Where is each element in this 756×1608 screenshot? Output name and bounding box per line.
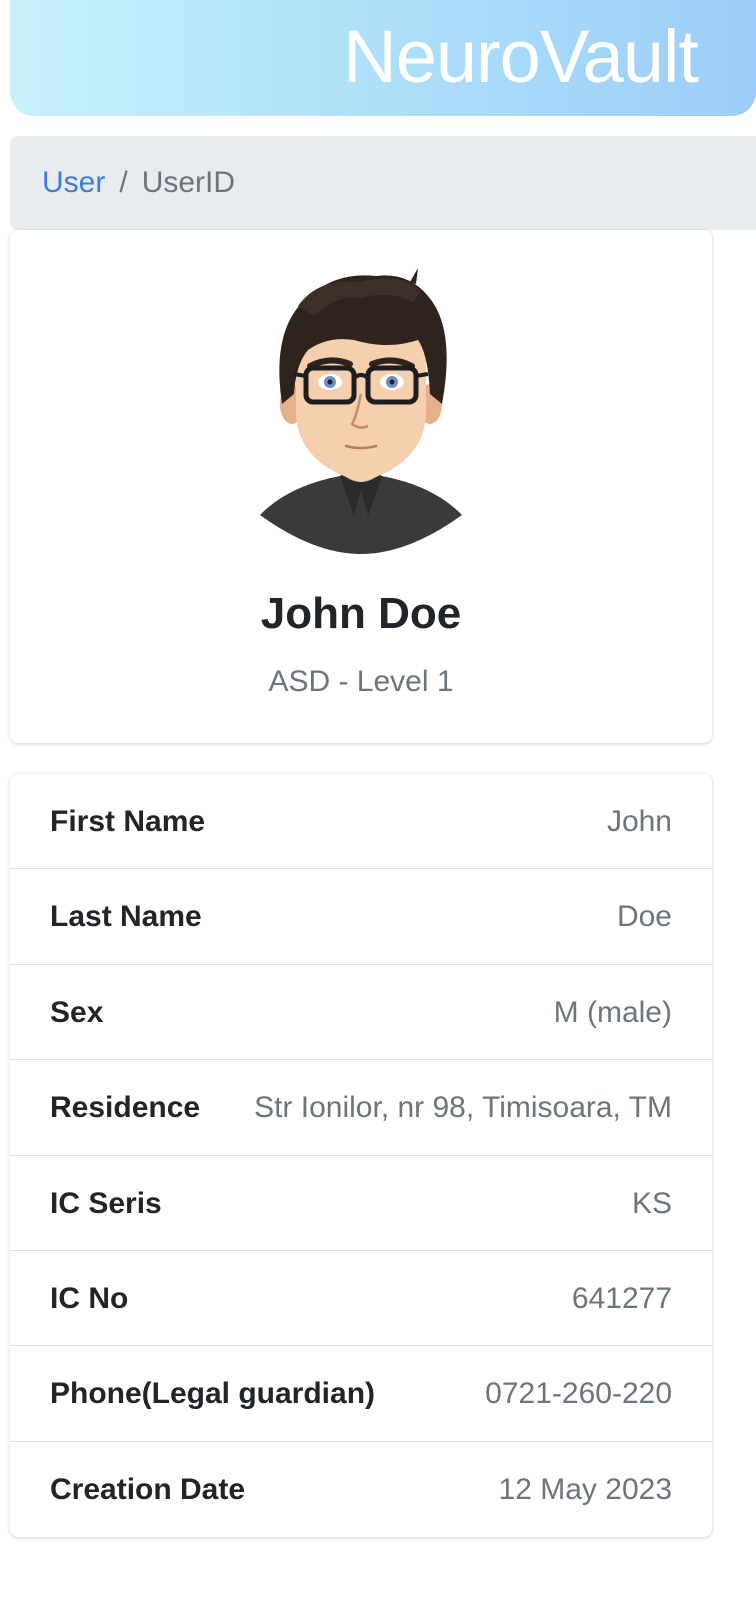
detail-value: 12 May 2023 xyxy=(498,1472,672,1506)
detail-row-first-name: First Name John xyxy=(10,774,712,870)
detail-label: IC No xyxy=(50,1281,129,1315)
detail-label: Sex xyxy=(50,995,104,1029)
detail-row-ic-no: IC No 641277 xyxy=(10,1251,712,1347)
avatar xyxy=(258,254,464,554)
detail-row-residence: Residence Str Ionilor, nr 98, Timisoara,… xyxy=(10,1060,712,1156)
detail-label: Phone(Legal guardian) xyxy=(50,1377,376,1411)
profile-card: John Doe ASD - Level 1 xyxy=(10,230,712,743)
detail-value: John xyxy=(606,805,672,838)
detail-label: Last Name xyxy=(50,900,202,934)
detail-label: First Name xyxy=(50,805,206,838)
detail-value: Str Ionilor, nr 98, Timisoara, TM xyxy=(254,1091,672,1125)
user-name: John Doe xyxy=(260,589,462,638)
avatar-illustration-icon xyxy=(260,268,462,554)
breadcrumb-separator: / xyxy=(119,166,128,199)
detail-row-ic-seris: IC Seris KS xyxy=(10,1156,712,1251)
detail-label: Residence xyxy=(50,1091,201,1125)
detail-value: 0721-260-220 xyxy=(485,1377,672,1411)
detail-value: Doe xyxy=(616,900,672,934)
detail-value: KS xyxy=(631,1186,672,1220)
detail-label: IC Seris xyxy=(50,1186,162,1220)
detail-row-sex: Sex M (male) xyxy=(10,965,712,1061)
detail-row-phone: Phone(Legal guardian) 0721-260-220 xyxy=(10,1346,712,1442)
detail-row-creation-date: Creation Date 12 May 2023 xyxy=(10,1442,712,1537)
breadcrumb-user-link[interactable]: User xyxy=(42,166,105,199)
brand-title[interactable]: NeuroVault xyxy=(343,14,699,100)
detail-label: Creation Date xyxy=(50,1472,246,1506)
breadcrumb: User / UserID xyxy=(10,136,756,230)
detail-value: 641277 xyxy=(571,1281,672,1315)
details-card: First Name John Last Name Doe Sex M (mal… xyxy=(10,774,712,1537)
app-header: NeuroVault xyxy=(10,0,756,116)
user-diagnosis: ASD - Level 1 xyxy=(268,665,454,698)
breadcrumb-current: UserID xyxy=(141,166,236,199)
detail-value: M (male) xyxy=(553,995,672,1029)
detail-row-last-name: Last Name Doe xyxy=(10,869,712,965)
